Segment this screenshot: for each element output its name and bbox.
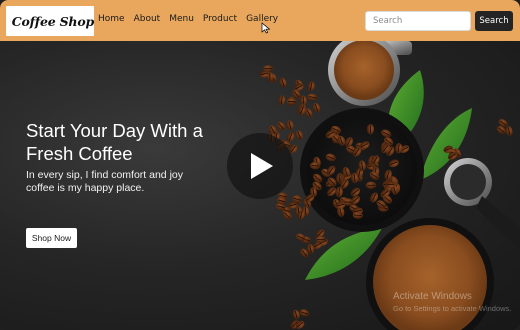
app-window: Coffee Shop Home About Menu Product Gall… <box>0 0 520 330</box>
shop-now-button[interactable]: Shop Now <box>26 228 77 248</box>
play-icon[interactable] <box>227 133 293 199</box>
nav-link-about[interactable]: About <box>134 14 161 24</box>
mouse-cursor-icon <box>261 22 271 34</box>
coffee-cup-icon <box>10 20 11 22</box>
brand-logo[interactable]: Coffee Shop <box>6 6 94 36</box>
os-watermark-title: Activate Windows <box>393 291 472 302</box>
search-button[interactable]: Search <box>475 11 513 31</box>
brand-name: Coffee Shop <box>11 13 94 29</box>
os-watermark-subtitle: Go to Settings to activate Windows. <box>393 304 512 313</box>
navbar: Coffee Shop Home About Menu Product Gall… <box>0 0 520 41</box>
nav-link-menu[interactable]: Menu <box>169 14 194 24</box>
search-input[interactable] <box>365 11 471 31</box>
hero-subtitle: In every sip, I find comfort and joy cof… <box>26 169 183 194</box>
nav-link-product[interactable]: Product <box>203 14 237 24</box>
nav-link-home[interactable]: Home <box>98 14 125 24</box>
nav-links: Home About Menu Product Gallery <box>98 14 287 24</box>
hero-title: Start Your Day With a Fresh Coffee <box>26 120 203 164</box>
